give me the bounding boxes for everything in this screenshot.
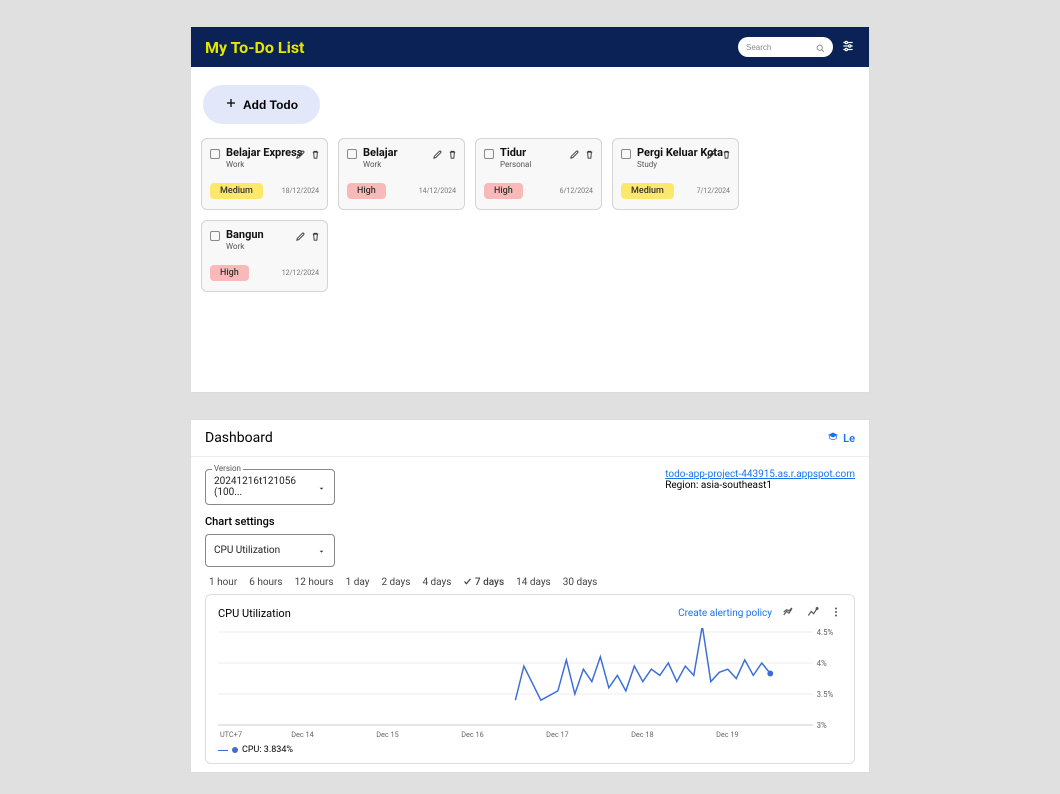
edit-icon[interactable] xyxy=(569,145,580,164)
todo-card: BelajarWorkHigh14/12/2024 xyxy=(338,138,465,210)
range-tab[interactable]: 14 days xyxy=(516,577,551,588)
legend-line xyxy=(218,750,228,751)
version-value: 20241216t121056 (100... xyxy=(214,476,317,498)
card-date: 6/12/2024 xyxy=(560,187,593,195)
chart-settings-value: CPU Utilization xyxy=(214,545,280,556)
chart-settings-select[interactable]: CPU Utilization xyxy=(205,534,335,567)
delete-icon[interactable] xyxy=(447,145,458,164)
svg-text:Dec 15: Dec 15 xyxy=(376,730,398,739)
checkbox[interactable] xyxy=(621,149,631,159)
svg-text:Dec 14: Dec 14 xyxy=(291,730,313,739)
project-info: todo-app-project-443915.as.r.appspot.com… xyxy=(665,469,855,491)
svg-text:Dec 18: Dec 18 xyxy=(631,730,653,739)
add-todo-label: Add Todo xyxy=(243,98,298,112)
edit-icon[interactable] xyxy=(706,145,717,164)
svg-text:Dec 19: Dec 19 xyxy=(716,730,738,739)
priority-badge: High xyxy=(484,183,523,199)
delete-icon[interactable] xyxy=(310,227,321,246)
todo-card: TidurPersonalHigh6/12/2024 xyxy=(475,138,602,210)
add-todo-button[interactable]: Add Todo xyxy=(203,85,320,124)
range-tab[interactable]: 30 days xyxy=(563,577,598,588)
search-field[interactable] xyxy=(738,37,833,57)
filter-icon[interactable] xyxy=(841,38,855,57)
range-tab[interactable]: 12 hours xyxy=(295,577,334,588)
chart-card: CPU Utilization Create alerting policy xyxy=(205,594,855,764)
range-tab[interactable]: 4 days xyxy=(422,577,451,588)
dashboard-title: Dashboard xyxy=(205,430,273,446)
version-select[interactable]: Version 20241216t121056 (100... xyxy=(205,469,335,505)
app-title: My To-Do List xyxy=(205,38,304,57)
svg-text:3.5%: 3.5% xyxy=(817,690,834,699)
edit-icon[interactable] xyxy=(432,145,443,164)
grad-cap-icon xyxy=(827,431,839,446)
card-date: 14/12/2024 xyxy=(419,187,456,195)
chart-type-icon[interactable] xyxy=(782,605,796,622)
search-input[interactable] xyxy=(746,43,806,52)
checkbox[interactable] xyxy=(484,149,494,159)
card-date: 18/12/2024 xyxy=(282,187,319,195)
project-url-link[interactable]: todo-app-project-443915.as.r.appspot.com xyxy=(665,469,855,480)
chart-area: 4.5% 4% 3.5% 3% UTC+7 Dec 14 Dec 15 Dec 16 Dec 1… xyxy=(218,628,842,743)
legend-dot xyxy=(232,747,238,753)
search-icon xyxy=(816,38,825,57)
range-tab[interactable]: 1 day xyxy=(346,577,370,588)
range-tab[interactable]: 1 hour xyxy=(209,577,237,588)
svg-text:4%: 4% xyxy=(817,659,827,668)
dashboard-panel: Dashboard Le Version 20241216t121056 (10… xyxy=(190,419,870,773)
region-label: Region: asia-southeast1 xyxy=(665,480,772,491)
svg-text:Dec 16: Dec 16 xyxy=(461,730,483,739)
todo-card: Pergi Keluar KotaStudyMedium7/12/2024 xyxy=(612,138,739,210)
chevron-down-icon xyxy=(317,541,326,560)
time-range-tabs: 1 hour 6 hours 12 hours 1 day 2 days 4 days 7… xyxy=(209,577,855,588)
priority-badge: High xyxy=(210,265,249,281)
delete-icon[interactable] xyxy=(310,145,321,164)
priority-badge: Medium xyxy=(210,183,263,199)
edit-icon[interactable] xyxy=(295,227,306,246)
todo-card: BangunWorkHigh12/12/2024 xyxy=(201,220,328,292)
create-alert-link[interactable]: Create alerting policy xyxy=(678,608,772,619)
todo-card: Belajar ExpressWorkMedium18/12/2024 xyxy=(201,138,328,210)
range-tab[interactable]: 7 days xyxy=(463,577,504,588)
more-icon[interactable] xyxy=(830,606,842,621)
edit-icon[interactable] xyxy=(295,145,306,164)
svg-text:Dec 17: Dec 17 xyxy=(546,730,568,739)
plus-icon xyxy=(225,97,237,112)
delete-icon[interactable] xyxy=(721,145,732,164)
todo-header: My To-Do List xyxy=(191,27,869,67)
legend-text: CPU: 3.834% xyxy=(242,745,293,755)
priority-badge: High xyxy=(347,183,386,199)
svg-text:3%: 3% xyxy=(817,721,827,730)
card-date: 7/12/2024 xyxy=(697,187,730,195)
svg-text:4.5%: 4.5% xyxy=(817,628,834,637)
chart-legend: CPU: 3.834% xyxy=(218,745,842,755)
chart-title: CPU Utilization xyxy=(218,607,291,620)
chevron-down-icon xyxy=(317,478,326,497)
range-tab[interactable]: 6 hours xyxy=(249,577,282,588)
delete-icon[interactable] xyxy=(584,145,595,164)
todo-panel: My To-Do List Add Todo Bel xyxy=(190,26,870,393)
chart-settings-label: Chart settings xyxy=(205,515,855,528)
version-legend: Version xyxy=(212,464,243,473)
learn-link[interactable]: Le xyxy=(827,431,855,446)
checkbox[interactable] xyxy=(210,231,220,241)
checkbox[interactable] xyxy=(347,149,357,159)
priority-badge: Medium xyxy=(621,183,674,199)
svg-text:UTC+7: UTC+7 xyxy=(220,730,242,739)
checkbox[interactable] xyxy=(210,149,220,159)
card-date: 12/12/2024 xyxy=(282,269,319,277)
explore-icon[interactable] xyxy=(806,605,820,622)
range-tab[interactable]: 2 days xyxy=(381,577,410,588)
